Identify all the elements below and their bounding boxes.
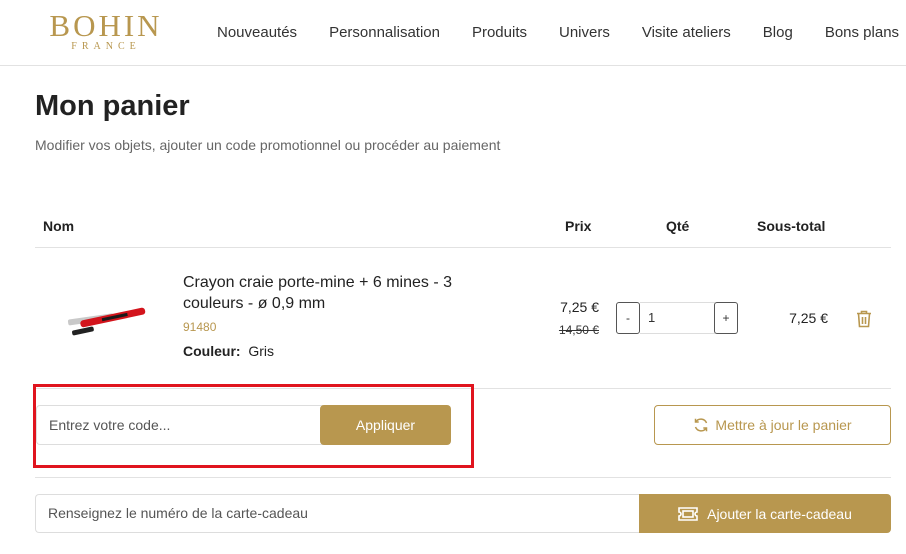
bohin-logo[interactable]: BOHIN FRANCE — [36, 10, 176, 52]
nav-item-bons-plans[interactable]: Bons plans — [825, 24, 899, 41]
highlight-box — [33, 384, 474, 468]
product-sku: 91480 — [183, 320, 217, 334]
trash-icon[interactable] — [855, 309, 873, 328]
gift-card-input[interactable]: Renseignez le numéro de la carte-cadeau — [35, 494, 641, 533]
qty-decrease-button[interactable]: - — [616, 302, 640, 334]
column-header-subtotal: Sous-total — [757, 218, 826, 234]
nav-item-univers[interactable]: Univers — [559, 24, 610, 41]
page-title: Mon panier — [35, 90, 190, 122]
nav-item-nouveautes[interactable]: Nouveautés — [217, 24, 297, 41]
nav-item-blog[interactable]: Blog — [763, 24, 793, 41]
column-header-price: Prix — [565, 218, 592, 234]
divider — [35, 247, 891, 248]
qty-input[interactable]: 1 — [640, 302, 715, 334]
qty-increase-button[interactable]: + — [714, 302, 738, 334]
attribute-value: Gris — [248, 343, 275, 359]
nav-item-personnalisation[interactable]: Personnalisation — [329, 24, 440, 41]
update-cart-label: Mettre à jour le panier — [715, 417, 852, 433]
update-cart-button[interactable]: Mettre à jour le panier — [654, 405, 891, 445]
nav-item-visite-ateliers[interactable]: Visite ateliers — [642, 24, 731, 41]
ticket-icon — [678, 506, 698, 521]
unit-price: 7,25 € — [560, 299, 599, 315]
main-nav: Nouveautés Personnalisation Produits Uni… — [217, 24, 899, 41]
logo-sub-text: FRANCE — [71, 41, 141, 52]
refresh-icon — [695, 418, 708, 432]
divider — [35, 477, 891, 478]
column-header-qty: Qté — [666, 218, 690, 234]
add-gift-card-button[interactable]: Ajouter la carte-cadeau — [639, 494, 891, 533]
old-price: 14,50 € — [558, 323, 599, 337]
quantity-stepper: - 1 + — [616, 302, 741, 334]
page-subtitle: Modifier vos objets, ajouter un code pro… — [35, 137, 501, 153]
product-image[interactable] — [62, 302, 154, 336]
site-header: BOHIN FRANCE Nouveautés Personnalisation… — [0, 0, 906, 66]
nav-item-produits[interactable]: Produits — [472, 24, 527, 41]
product-attribute: Couleur: Gris — [183, 343, 274, 359]
column-header-name: Nom — [43, 218, 75, 234]
add-gift-card-label: Ajouter la carte-cadeau — [707, 505, 852, 522]
attribute-colon: : — [235, 343, 241, 359]
logo-main-text: BOHIN — [49, 8, 163, 43]
item-subtotal: 7,25 € — [789, 310, 828, 326]
attribute-label: Couleur — [183, 343, 236, 359]
product-name[interactable]: Crayon craie porte-mine + 6 mines - 3 co… — [183, 272, 513, 314]
